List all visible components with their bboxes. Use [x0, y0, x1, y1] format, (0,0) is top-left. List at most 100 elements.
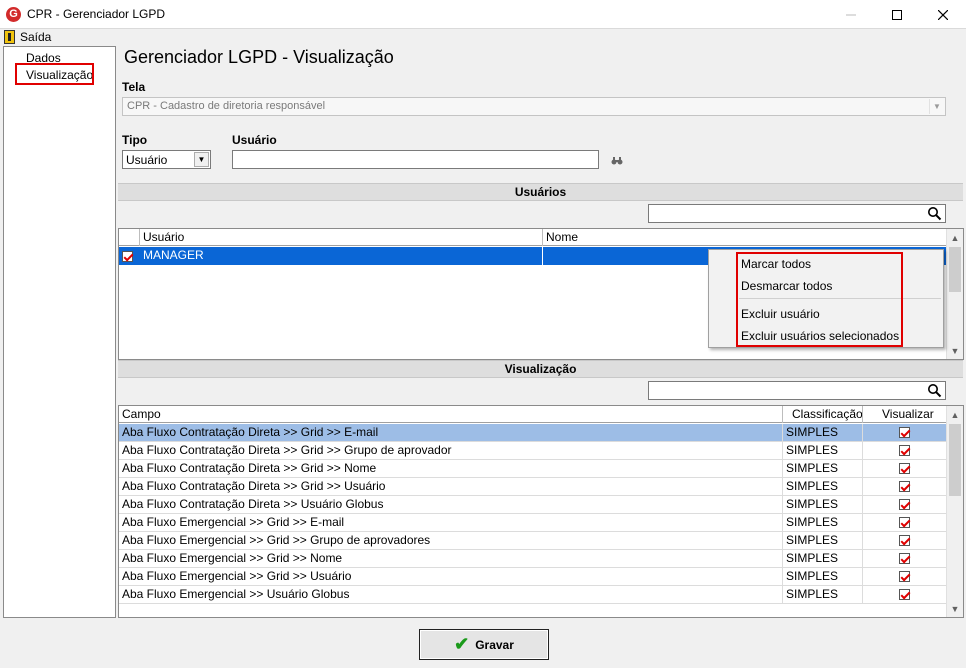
column-header-usuario[interactable]: Usuário [140, 229, 543, 246]
tela-label: Tela [122, 80, 146, 94]
visualizar-checkbox[interactable] [899, 589, 910, 600]
campo-cell: Aba Fluxo Emergencial >> Usuário Globus [119, 586, 783, 603]
classificacao-cell: SIMPLES [783, 424, 863, 441]
campo-cell: Aba Fluxo Contratação Direta >> Grid >> … [119, 460, 783, 477]
scroll-up-icon[interactable]: ▲ [947, 406, 963, 423]
title-bar: G CPR - Gerenciador LGPD [0, 0, 966, 29]
app-logo-icon: G [6, 7, 21, 22]
annotation-highlight [736, 252, 903, 347]
chevron-down-icon[interactable]: ▼ [929, 99, 944, 114]
campo-cell: Aba Fluxo Contratação Direta >> Grid >> … [119, 478, 783, 495]
table-row[interactable]: Aba Fluxo Contratação Direta >> Grid >> … [119, 442, 946, 460]
classificacao-cell: SIMPLES [783, 532, 863, 549]
usuario-input[interactable] [232, 150, 599, 169]
search-icon[interactable] [927, 206, 942, 221]
table-row[interactable]: Aba Fluxo Emergencial >> Grid >> E-mail S… [119, 514, 946, 532]
save-button-label: Gravar [475, 637, 514, 652]
save-button[interactable]: ✔ Gravar [419, 629, 549, 660]
minimize-button[interactable] [828, 0, 874, 29]
column-header-nome[interactable]: Nome [543, 229, 946, 246]
visualizacao-grid-header: Campo Classificação Visualizar [119, 406, 963, 423]
visualizacao-scrollbar[interactable]: ▲ ▼ [946, 406, 963, 617]
maximize-button[interactable] [874, 0, 920, 29]
visualizar-cell[interactable] [863, 424, 946, 441]
table-row[interactable]: Aba Fluxo Contratação Direta >> Grid >> … [119, 478, 946, 496]
scroll-down-icon[interactable]: ▼ [947, 600, 963, 617]
classificacao-cell: SIMPLES [783, 586, 863, 603]
row-select-cell[interactable] [122, 247, 140, 265]
visualizar-cell[interactable] [863, 568, 946, 585]
usuarios-scrollbar[interactable]: ▲ ▼ [946, 229, 963, 359]
visualizar-checkbox[interactable] [899, 535, 910, 546]
table-row[interactable]: Aba Fluxo Contratação Direta >> Grid >> … [119, 424, 946, 442]
scroll-thumb[interactable] [949, 424, 961, 496]
scroll-down-icon[interactable]: ▼ [947, 342, 963, 359]
column-header-classificacao[interactable]: Classificação [783, 406, 863, 423]
search-icon[interactable] [927, 383, 942, 398]
visualizacao-grid: Campo Classificação Visualizar Aba Fluxo… [118, 405, 964, 618]
campo-cell: Aba Fluxo Contratação Direta >> Grid >> … [119, 424, 783, 441]
column-header-visualizar[interactable]: Visualizar [863, 406, 946, 423]
campo-cell: Aba Fluxo Emergencial >> Grid >> E-mail [119, 514, 783, 531]
tela-select-value: CPR - Cadastro de diretoria responsável [127, 100, 326, 112]
checkmark-icon: ✔ [454, 634, 470, 654]
visualizar-cell[interactable] [863, 460, 946, 477]
visualizar-cell[interactable] [863, 478, 946, 495]
campo-cell: Aba Fluxo Emergencial >> Grid >> Nome [119, 550, 783, 567]
tipo-select[interactable]: Usuário ▼ [122, 150, 211, 169]
visualizar-cell[interactable] [863, 550, 946, 567]
usuarios-grid-header: Usuário Nome [119, 229, 963, 246]
navigation-tree: Dados Visualização [3, 46, 116, 618]
campo-cell: Aba Fluxo Emergencial >> Grid >> Usuário [119, 568, 783, 585]
visualizar-checkbox[interactable] [899, 445, 910, 456]
row-checkbox[interactable] [122, 250, 133, 262]
visualizar-checkbox[interactable] [899, 571, 910, 582]
visualizacao-search-input[interactable] [648, 381, 946, 400]
tela-select[interactable]: CPR - Cadastro de diretoria responsável … [122, 97, 946, 116]
classificacao-cell: SIMPLES [783, 496, 863, 513]
scroll-thumb[interactable] [949, 247, 961, 292]
table-row[interactable]: Aba Fluxo Emergencial >> Grid >> Nome SIM… [119, 550, 946, 568]
usuarios-section-header: Usuários [118, 183, 963, 201]
classificacao-cell: SIMPLES [783, 460, 863, 477]
visualizar-checkbox[interactable] [899, 499, 910, 510]
usuarios-search-input[interactable] [648, 204, 946, 223]
table-row[interactable]: Aba Fluxo Emergencial >> Grid >> Grupo d… [119, 532, 946, 550]
annotation-highlight [15, 63, 94, 85]
visualizar-checkbox[interactable] [899, 553, 910, 564]
visualizar-cell[interactable] [863, 442, 946, 459]
minimize-icon [846, 14, 856, 15]
classificacao-cell: SIMPLES [783, 442, 863, 459]
table-row[interactable]: Aba Fluxo Emergencial >> Grid >> Usuário… [119, 568, 946, 586]
visualizar-checkbox[interactable] [899, 517, 910, 528]
visualizar-cell[interactable] [863, 532, 946, 549]
classificacao-cell: SIMPLES [783, 478, 863, 495]
classificacao-cell: SIMPLES [783, 550, 863, 567]
binoculars-icon[interactable] [611, 156, 623, 165]
visualizar-cell[interactable] [863, 496, 946, 513]
window-title: CPR - Gerenciador LGPD [27, 7, 166, 21]
close-button[interactable] [920, 0, 966, 29]
exit-door-icon [4, 30, 15, 44]
menu-exit-label: Saída [20, 30, 52, 44]
table-row[interactable]: Aba Fluxo Contratação Direta >> Grid >> … [119, 460, 946, 478]
visualizar-cell[interactable] [863, 514, 946, 531]
campo-cell: Aba Fluxo Contratação Direta >> Grid >> … [119, 442, 783, 459]
campo-cell: Aba Fluxo Emergencial >> Grid >> Grupo d… [119, 532, 783, 549]
chevron-down-icon[interactable]: ▼ [194, 152, 209, 167]
table-row[interactable]: Aba Fluxo Emergencial >> Usuário Globus S… [119, 586, 946, 604]
column-header-select[interactable] [119, 229, 140, 246]
scroll-up-icon[interactable]: ▲ [947, 229, 963, 246]
table-row[interactable]: Aba Fluxo Contratação Direta >> Usuário … [119, 496, 946, 514]
campo-cell: Aba Fluxo Contratação Direta >> Usuário … [119, 496, 783, 513]
close-icon [938, 9, 948, 20]
visualizar-cell[interactable] [863, 586, 946, 603]
menu-exit[interactable]: Saída [4, 30, 51, 44]
visualizar-checkbox[interactable] [899, 463, 910, 474]
column-header-campo[interactable]: Campo [119, 406, 783, 423]
tipo-label: Tipo [122, 133, 148, 147]
visualizar-checkbox[interactable] [899, 427, 910, 438]
maximize-icon [892, 9, 902, 20]
visualizar-checkbox[interactable] [899, 481, 910, 492]
classificacao-cell: SIMPLES [783, 514, 863, 531]
